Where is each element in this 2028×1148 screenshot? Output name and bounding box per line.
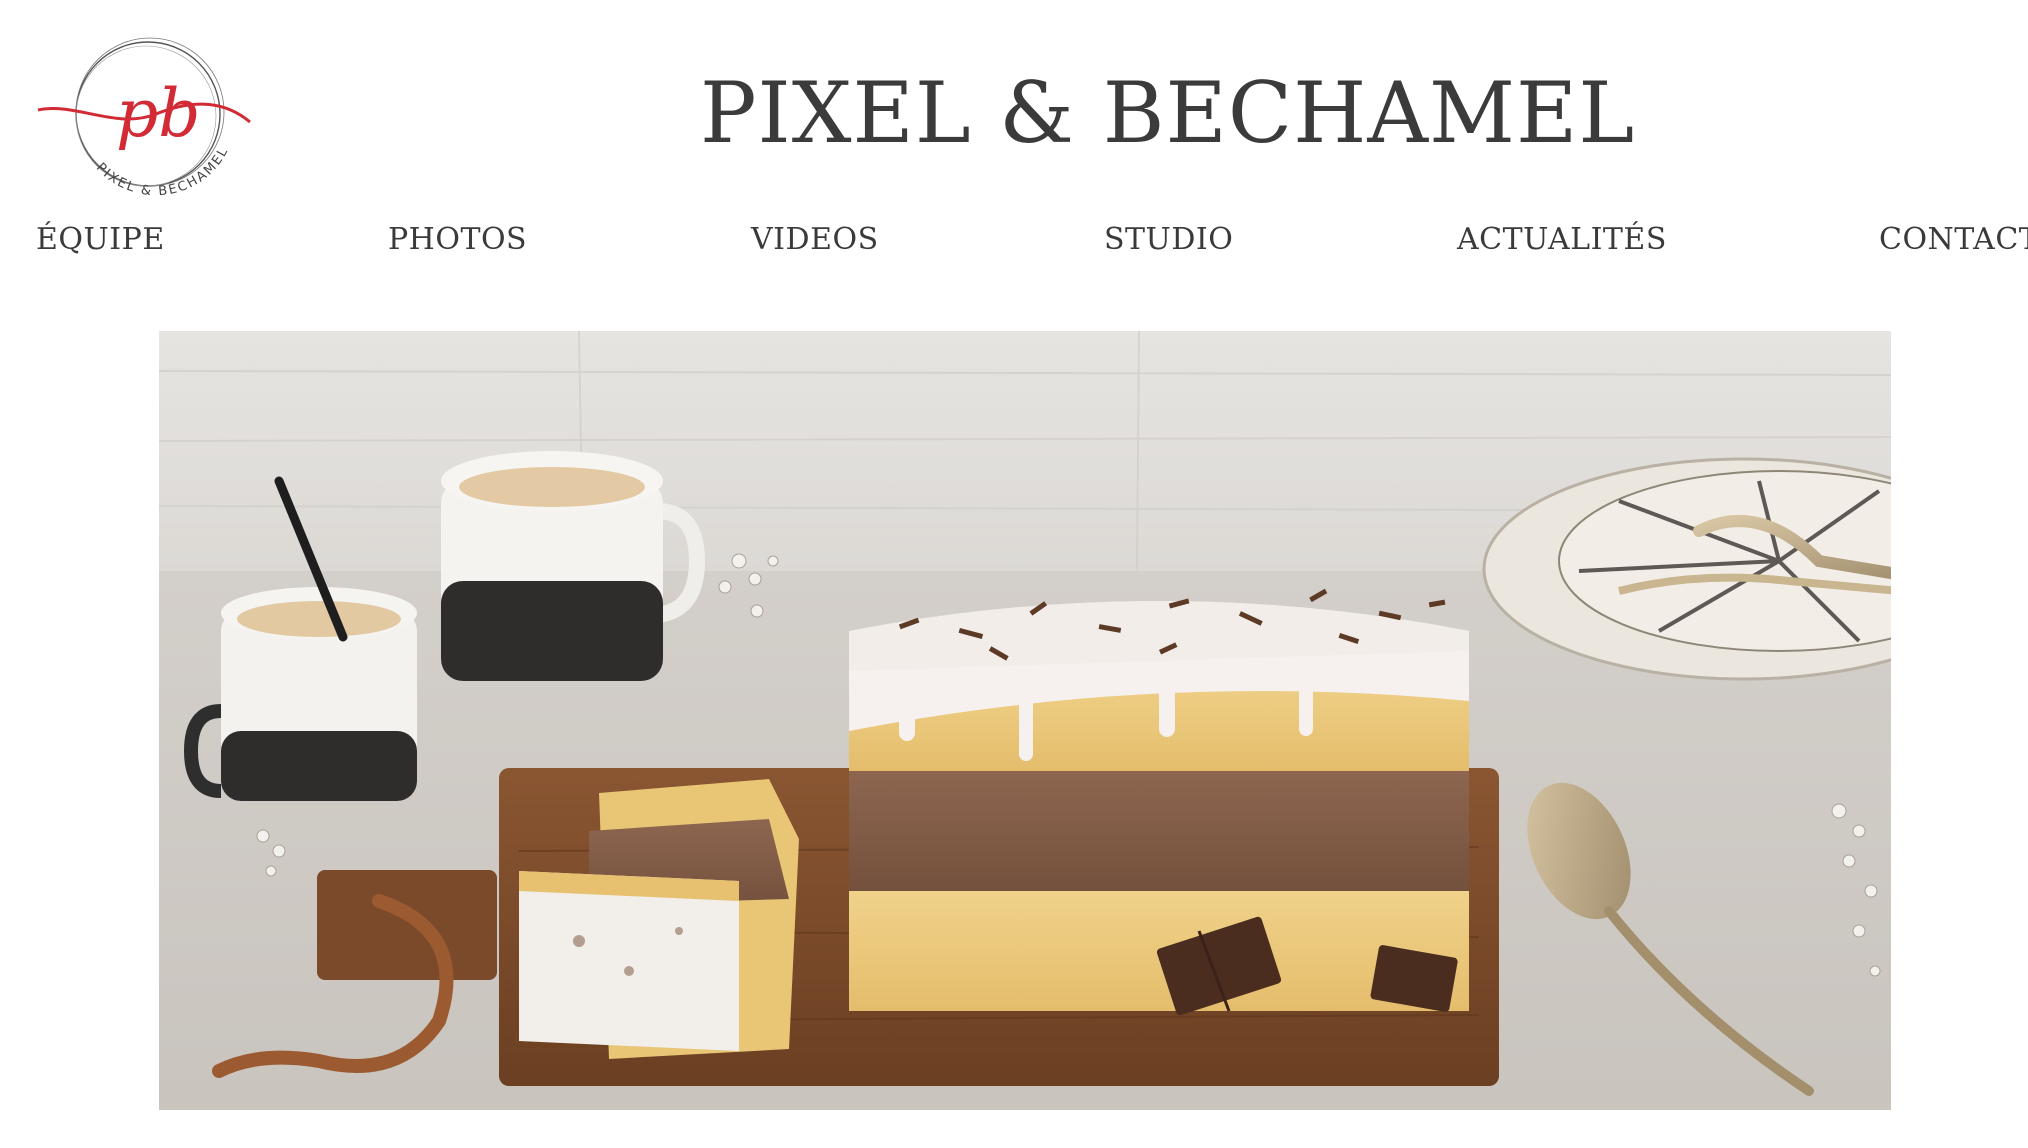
nav-item-photos[interactable]: PHOTOS: [388, 222, 527, 257]
hero-image: [159, 331, 1891, 1110]
logo-monogram: pb: [116, 75, 201, 152]
nav-item-actualites[interactable]: ACTUALITÉS: [1457, 222, 1667, 257]
marble-cake-photo-icon: [159, 331, 1891, 1110]
nav-item-equipe[interactable]: ÉQUIPE: [36, 222, 165, 257]
main-nav: ÉQUIPE PHOTOS VIDEOS STUDIO ACTUALITÉS C…: [0, 222, 2028, 266]
logo-ring-text: PIXEL & BÉCHAMEL: [93, 144, 230, 199]
svg-text:PIXEL & BÉCHAMEL: PIXEL & BÉCHAMEL: [93, 144, 232, 198]
nav-item-contact[interactable]: CONTACT: [1879, 222, 2028, 257]
logo-emblem-icon: pb PIXEL & BÉCHAMEL: [37, 37, 251, 199]
site-logo[interactable]: pb PIXEL & BÉCHAMEL: [36, 18, 256, 199]
nav-item-studio[interactable]: STUDIO: [1104, 222, 1233, 257]
site-title[interactable]: PIXEL & BECHAMEL: [700, 64, 1634, 162]
nav-item-videos[interactable]: VIDEOS: [751, 222, 879, 257]
